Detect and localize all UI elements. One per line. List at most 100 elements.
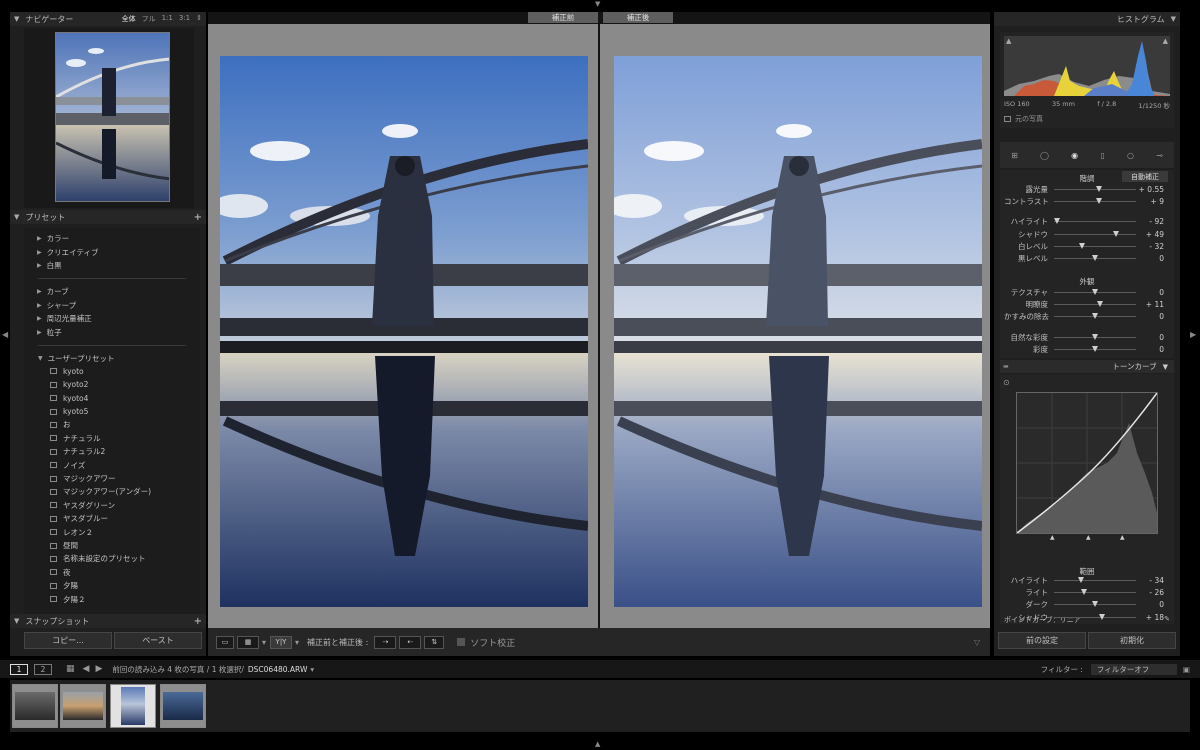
slider-value[interactable]: - 92 — [1136, 217, 1164, 226]
user-preset-item[interactable]: 名称未設定のプリセット — [24, 552, 200, 565]
copy-before-to-after-button[interactable]: ⇢ — [374, 635, 397, 649]
panel-switch-icon[interactable]: ▬ — [1003, 363, 1009, 370]
preset-group-vignette[interactable]: ▶ 周辺光量補正 — [24, 312, 200, 325]
softproof-checkbox[interactable] — [457, 638, 466, 646]
user-preset-item[interactable]: レオン２ — [24, 525, 200, 538]
slider-handle[interactable] — [1096, 198, 1103, 205]
targeted-adjustment-icon[interactable]: ⊙ — [1003, 378, 1010, 387]
slider-row[interactable]: 明瞭度 + 11 — [1004, 299, 1166, 310]
right-panel-toggle-icon[interactable]: ▶ — [1190, 330, 1196, 339]
slider-row[interactable]: コントラスト + 9 — [1004, 196, 1166, 207]
slider-handle[interactable] — [1092, 333, 1098, 340]
user-preset-item[interactable]: kyoto2 — [24, 378, 200, 391]
filmstrip-thumb-1[interactable] — [12, 684, 58, 728]
filmstrip-thumb-2[interactable] — [60, 684, 106, 728]
slider-value[interactable]: 0 — [1136, 333, 1164, 342]
histogram-header[interactable]: ヒストグラム ▼ — [994, 12, 1180, 26]
previous-settings-button[interactable]: 前の設定 — [998, 632, 1086, 649]
slider-handle[interactable] — [1054, 218, 1061, 225]
slider-track[interactable] — [1054, 589, 1136, 596]
navigator-header[interactable]: ▼ ナビゲーター 全体 フル 1:1 3:1 ⇕ — [10, 12, 206, 26]
user-preset-item[interactable]: kyoto — [24, 365, 200, 378]
filter-lock-icon[interactable]: ▣ — [1183, 665, 1190, 674]
slider-handle[interactable] — [1078, 242, 1085, 249]
split-handle-2-icon[interactable]: ▲ — [1086, 534, 1091, 541]
slider-handle[interactable] — [1078, 577, 1085, 583]
zoom-fit[interactable]: 全体 — [122, 14, 136, 24]
slider-value[interactable]: + 18 — [1136, 613, 1164, 622]
slider-handle[interactable] — [1096, 186, 1103, 192]
preset-group-sharpen[interactable]: ▶ シャープ — [24, 299, 200, 312]
slider-row[interactable]: ハイライト - 92 — [1004, 216, 1166, 227]
shadow-clipping-icon[interactable]: ▲ — [1006, 37, 1011, 45]
slider-row[interactable]: ライト - 26 — [1004, 587, 1166, 598]
copy-button[interactable]: コピー... — [24, 632, 112, 649]
left-panel-toggle-icon[interactable]: ◀ — [2, 330, 8, 339]
slider-track[interactable] — [1054, 186, 1136, 192]
slider-handle[interactable] — [1092, 345, 1098, 352]
user-preset-item[interactable]: マジックアワー — [24, 472, 200, 485]
slider-row[interactable]: シャドウ + 18 — [1004, 612, 1166, 623]
split-handle-1-icon[interactable]: ▲ — [1050, 534, 1055, 541]
view-menu-arrow-icon[interactable]: ▾ — [262, 638, 266, 647]
slider-track[interactable] — [1054, 301, 1136, 308]
highlight-clipping-icon[interactable]: ▲ — [1163, 37, 1168, 45]
grid-view-button[interactable]: ▦ — [237, 635, 259, 649]
slider-row[interactable]: かすみの除去 0 — [1004, 311, 1166, 322]
secondary-window-button[interactable]: 2 — [34, 663, 52, 675]
user-preset-item[interactable]: 昼間 — [24, 539, 200, 552]
slider-track[interactable] — [1054, 333, 1136, 340]
slider-value[interactable]: 0 — [1136, 345, 1164, 354]
user-preset-item[interactable]: 夕陽２ — [24, 592, 200, 605]
preset-group-grain[interactable]: ▶ 粒子 — [24, 325, 200, 338]
reset-button[interactable]: 初期化 — [1088, 632, 1176, 649]
radial-filter-icon[interactable]: ○ — [1127, 151, 1134, 160]
adjustment-brush-icon[interactable]: ⊸ — [1156, 151, 1163, 160]
filmstrip-thumb-4[interactable] — [160, 684, 206, 728]
preset-group-user[interactable]: ▼ ユーザープリセット — [24, 352, 200, 365]
curve-split-handles[interactable]: ▲ ▲ ▲ — [1016, 534, 1158, 541]
preset-group-curve[interactable]: ▶ カーブ — [24, 285, 200, 298]
slider-value[interactable]: 0 — [1136, 312, 1164, 321]
slider-handle[interactable] — [1096, 301, 1103, 308]
forward-arrow-icon[interactable]: ▶ — [95, 664, 102, 674]
slider-track[interactable] — [1054, 218, 1136, 225]
before-photo[interactable] — [220, 56, 588, 607]
after-pane[interactable] — [600, 24, 990, 638]
before-after-mode-button[interactable]: Y|Y — [270, 635, 293, 649]
before-pane[interactable] — [208, 24, 598, 638]
loupe-view-button[interactable]: ▭ — [216, 635, 234, 649]
user-preset-item[interactable]: ナチュラル2 — [24, 445, 200, 458]
zoom-1-1[interactable]: 1:1 — [162, 14, 173, 24]
slider-row[interactable]: ハイライト - 34 — [1004, 575, 1166, 586]
zoom-3-1[interactable]: 3:1 — [179, 14, 190, 24]
zoom-fill[interactable]: フル — [142, 14, 156, 24]
filter-select[interactable]: フィルターオフ — [1090, 663, 1177, 675]
after-photo[interactable] — [614, 56, 982, 607]
slider-track[interactable] — [1054, 313, 1136, 320]
tonecurve-header[interactable]: ▬ トーンカーブ ▼ — [1000, 360, 1174, 373]
user-preset-item[interactable]: お — [24, 418, 200, 431]
presets-header[interactable]: ▼ プリセット + — [10, 210, 206, 224]
slider-value[interactable]: + 49 — [1136, 230, 1164, 239]
tonecurve-graph[interactable] — [1016, 392, 1158, 534]
user-preset-item[interactable]: kyoto4 — [24, 392, 200, 405]
back-arrow-icon[interactable]: ◀ — [83, 664, 90, 674]
user-preset-item[interactable]: ヤスダブルー — [24, 512, 200, 525]
slider-track[interactable] — [1054, 289, 1136, 295]
auto-tone-button[interactable]: 自動補正 — [1122, 171, 1168, 182]
source-path[interactable]: 前回の読み込み 4 枚の写真 / 1 枚選択/ — [112, 664, 244, 675]
swap-before-after-button[interactable]: ⇅ — [424, 635, 445, 649]
primary-window-button[interactable]: 1 — [10, 663, 28, 675]
slider-value[interactable]: + 11 — [1136, 300, 1164, 309]
slider-row[interactable]: 彩度 0 — [1004, 344, 1166, 355]
slider-handle[interactable] — [1092, 601, 1098, 608]
user-preset-item[interactable]: 夜 — [24, 566, 200, 579]
redeye-tool-icon[interactable]: ◉ — [1071, 151, 1078, 160]
slider-handle[interactable] — [1092, 289, 1098, 295]
slider-value[interactable]: 0 — [1136, 600, 1164, 609]
add-snapshot-button[interactable]: + — [194, 616, 202, 627]
slider-track[interactable] — [1054, 230, 1136, 237]
navigator-preview[interactable] — [24, 28, 194, 208]
slider-track[interactable] — [1054, 198, 1136, 205]
